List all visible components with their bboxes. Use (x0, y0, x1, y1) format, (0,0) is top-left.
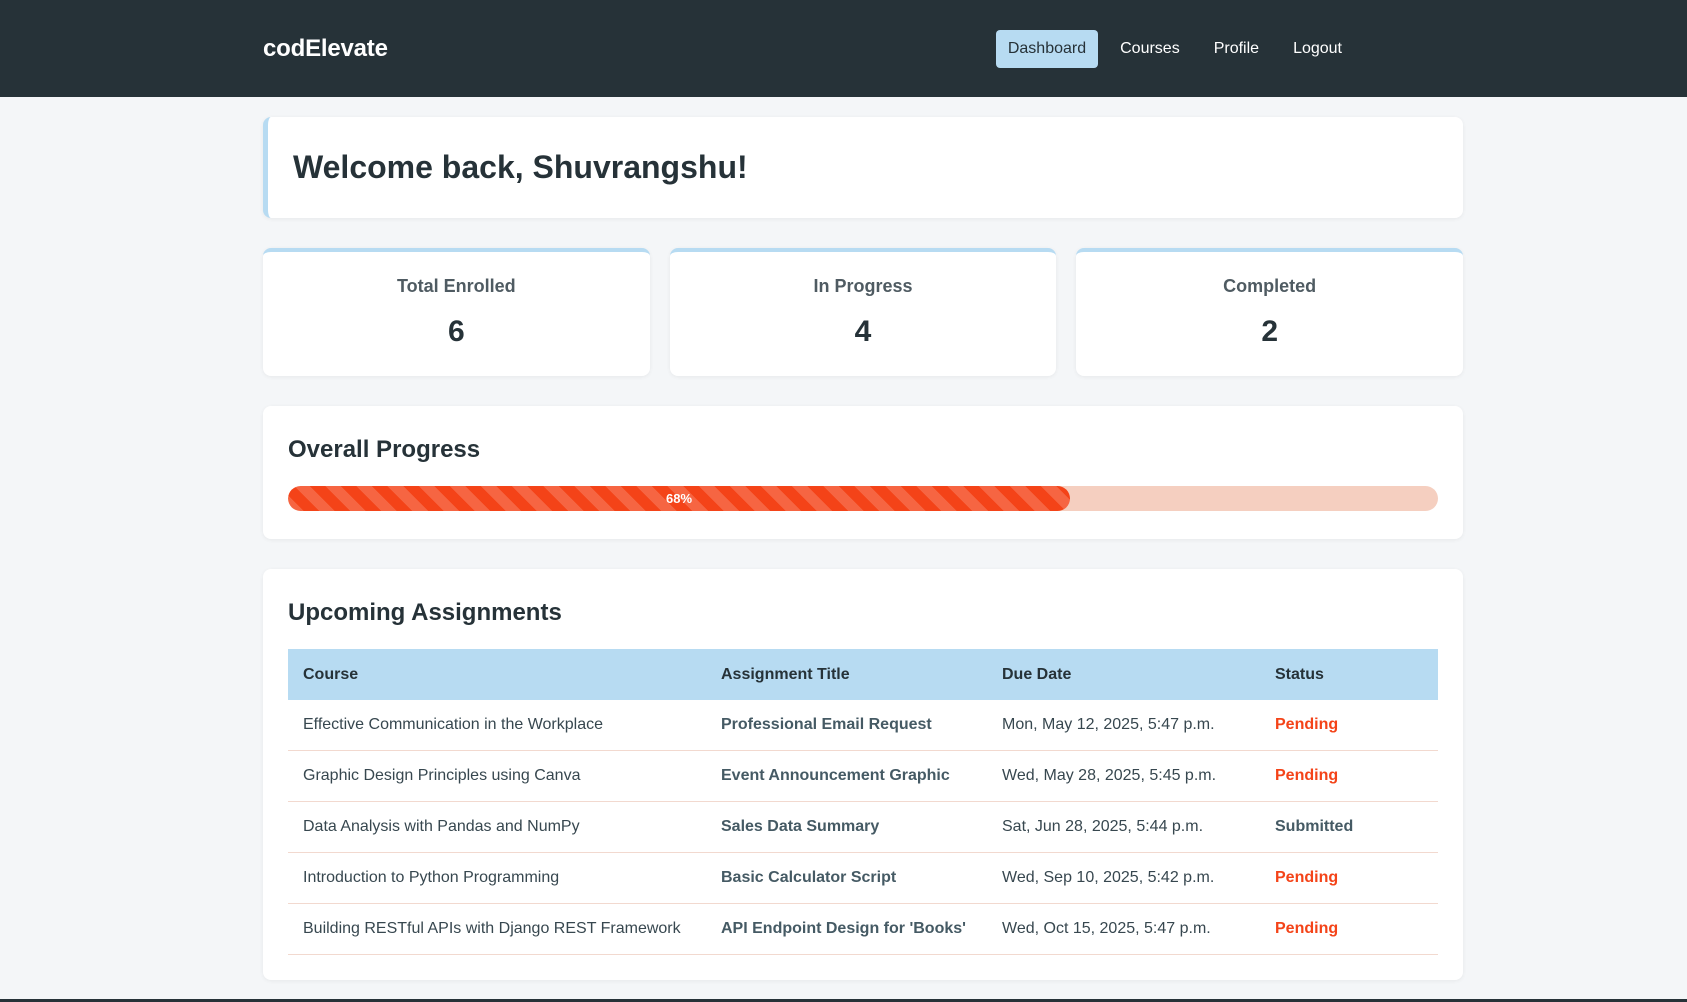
assignment-title-cell: API Endpoint Design for 'Books' (706, 903, 987, 955)
status-badge: Submitted (1260, 801, 1438, 853)
brand-logo[interactable]: codElevate (263, 35, 388, 63)
welcome-title: Welcome back, Shuvrangshu! (293, 149, 748, 185)
nav-profile-link[interactable]: Profile (1202, 30, 1271, 68)
table-header-row: Course Assignment Title Due Date Status (288, 649, 1438, 700)
progress-track: 68% (288, 486, 1438, 511)
progress-percent-label: 68% (665, 491, 693, 506)
progress-fill: 68% (288, 486, 1070, 511)
assignments-title: Upcoming Assignments (288, 599, 562, 626)
column-header-assignment-title: Assignment Title (706, 649, 987, 700)
stat-card-completed: Completed 2 (1076, 248, 1464, 376)
stat-label: Total Enrolled (397, 276, 516, 296)
table-row: Building RESTful APIs with Django REST F… (288, 903, 1438, 955)
course-cell: Building RESTful APIs with Django REST F… (288, 903, 706, 955)
due-date-cell: Wed, Oct 15, 2025, 5:47 p.m. (987, 903, 1260, 955)
table-row: Introduction to Python Programming Basic… (288, 852, 1438, 904)
due-date-cell: Sat, Jun 28, 2025, 5:44 p.m. (987, 801, 1260, 853)
stat-value: 2 (1261, 315, 1279, 348)
table-row: Graphic Design Principles using Canva Ev… (288, 750, 1438, 802)
column-header-course: Course (288, 649, 706, 700)
progress-title: Overall Progress (288, 436, 481, 463)
course-cell: Data Analysis with Pandas and NumPy (288, 801, 706, 853)
status-badge: Pending (1260, 750, 1438, 802)
stat-value: 6 (447, 315, 465, 348)
assignment-title-cell: Sales Data Summary (706, 801, 987, 853)
nav-dashboard-link[interactable]: Dashboard (995, 29, 1099, 68)
table-row: Data Analysis with Pandas and NumPy Sale… (288, 801, 1438, 853)
stats-row: Total Enrolled 6 In Progress 4 Completed… (263, 248, 1464, 376)
table-row: Effective Communication in the Workplace… (288, 700, 1438, 751)
assignments-table: Course Assignment Title Due Date Status … (288, 649, 1438, 955)
navbar: codElevate Dashboard Courses Profile Log… (0, 0, 1687, 97)
status-badge: Pending (1260, 700, 1438, 751)
assignment-title-cell: Basic Calculator Script (706, 852, 987, 904)
due-date-cell: Wed, Sep 10, 2025, 5:42 p.m. (987, 852, 1260, 904)
overall-progress-card: Overall Progress 68% (263, 406, 1463, 539)
stat-label: In Progress (813, 276, 913, 296)
course-cell: Effective Communication in the Workplace (288, 700, 706, 751)
course-cell: Graphic Design Principles using Canva (288, 750, 706, 802)
nav-courses-link[interactable]: Courses (1108, 30, 1192, 68)
column-header-due-date: Due Date (987, 649, 1260, 700)
stat-card-in-progress: In Progress 4 (669, 248, 1057, 376)
main-nav: Dashboard Courses Profile Logout (995, 29, 1354, 68)
column-header-status: Status (1260, 649, 1438, 700)
status-badge: Pending (1260, 903, 1438, 955)
due-date-cell: Wed, May 28, 2025, 5:45 p.m. (987, 750, 1260, 802)
stat-value: 4 (854, 315, 872, 348)
assignment-title-cell: Event Announcement Graphic (706, 750, 987, 802)
stat-card-total-enrolled: Total Enrolled 6 (263, 248, 650, 376)
nav-logout-link[interactable]: Logout (1281, 30, 1354, 68)
due-date-cell: Mon, May 12, 2025, 5:47 p.m. (987, 700, 1260, 751)
assignment-title-cell: Professional Email Request (706, 700, 987, 751)
upcoming-assignments-card: Upcoming Assignments Course Assignment T… (263, 569, 1463, 980)
status-badge: Pending (1260, 852, 1438, 904)
welcome-card: Welcome back, Shuvrangshu! (263, 117, 1463, 218)
course-cell: Introduction to Python Programming (288, 852, 706, 904)
dashboard-main: Welcome back, Shuvrangshu! Total Enrolle… (263, 117, 1464, 980)
stat-label: Completed (1223, 276, 1317, 296)
